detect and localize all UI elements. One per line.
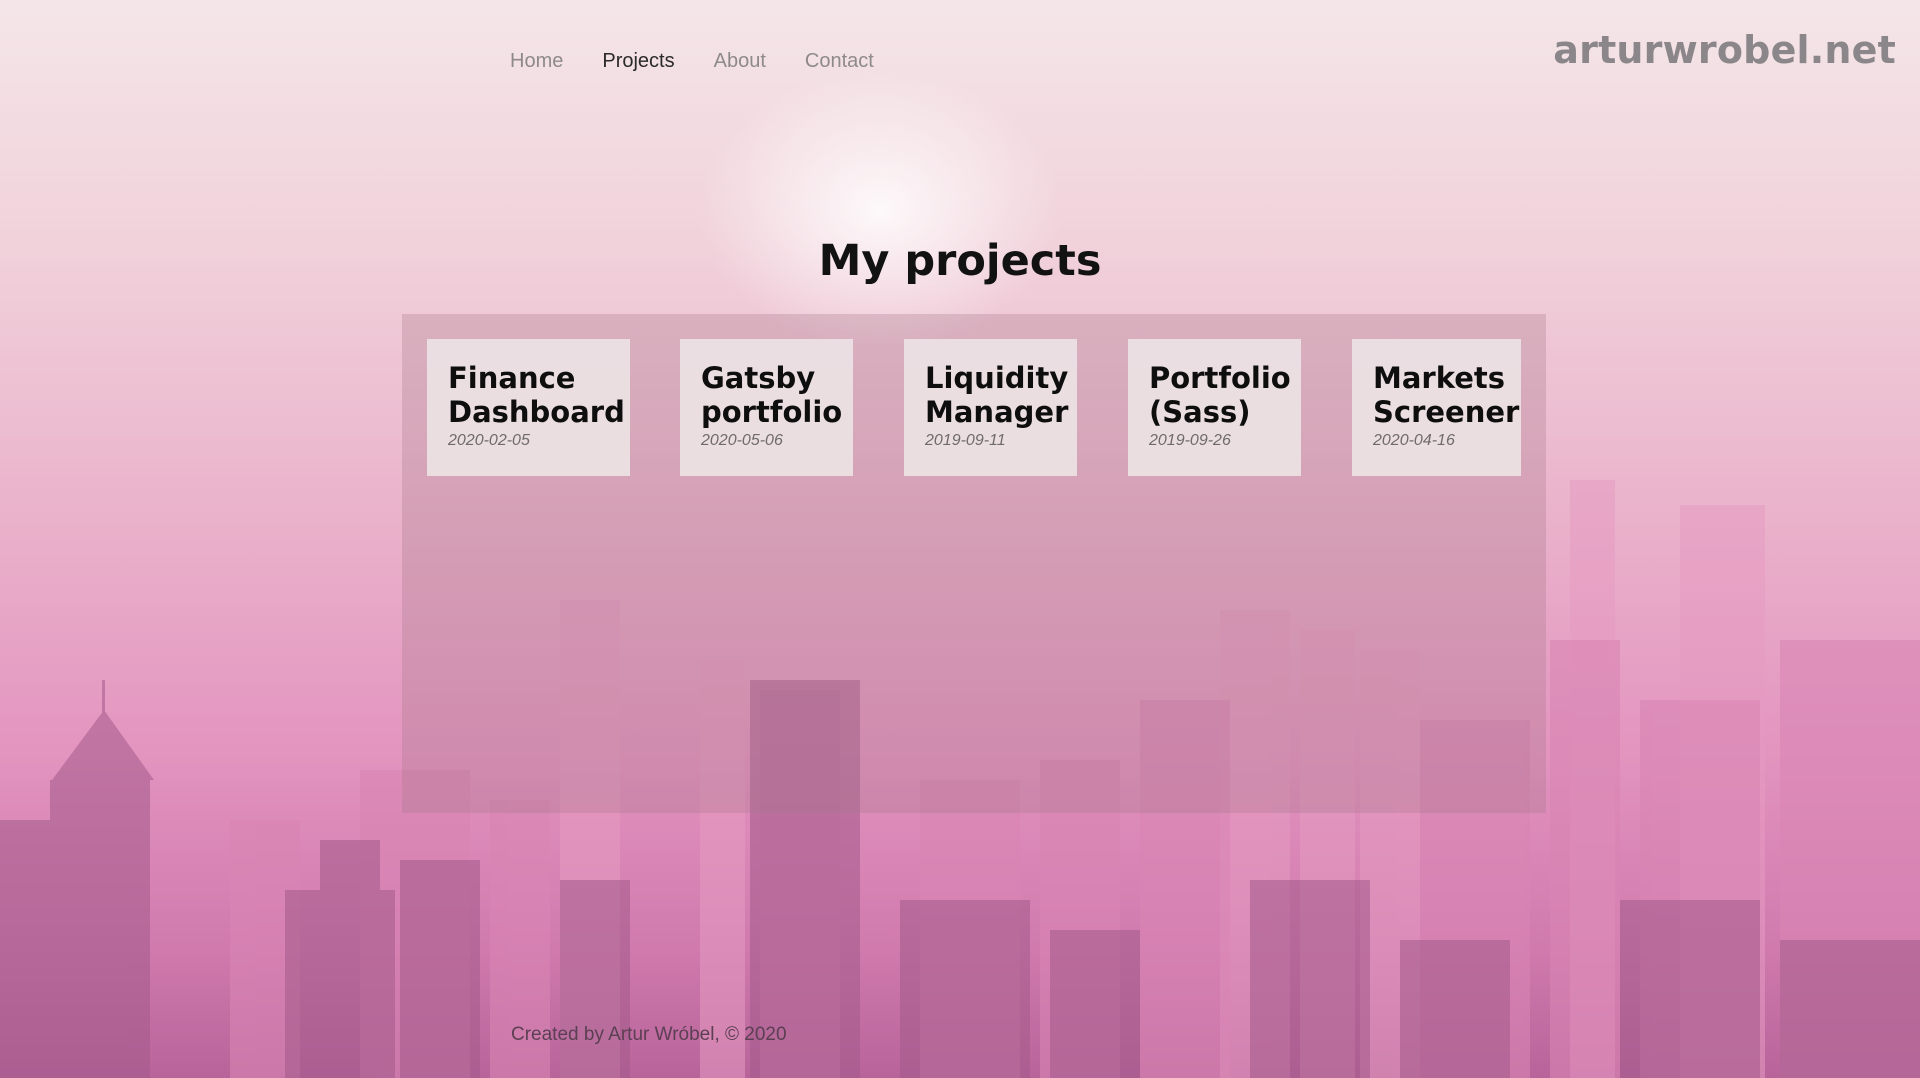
project-title: Portfolio (Sass) — [1149, 361, 1291, 429]
project-card-finance-dashboard[interactable]: Finance Dashboard 2020-02-05 — [427, 339, 630, 476]
nav-link-about[interactable]: About — [714, 50, 766, 73]
main-nav: Home Projects About Contact — [510, 50, 874, 73]
project-date: 2019-09-26 — [1149, 432, 1231, 449]
nav-link-projects[interactable]: Projects — [602, 50, 674, 73]
project-title: Markets Screener — [1373, 361, 1520, 429]
nav-link-contact[interactable]: Contact — [805, 50, 874, 73]
page-title: My projects — [818, 236, 1102, 286]
project-card-liquidity-manager[interactable]: Liquidity Manager 2019-09-11 — [904, 339, 1077, 476]
project-date: 2020-02-05 — [448, 432, 530, 449]
footer-credit: Created by Artur Wróbel, © 2020 — [511, 1024, 787, 1045]
project-title: Liquidity Manager — [925, 361, 1069, 429]
project-date: 2020-04-16 — [1373, 432, 1455, 449]
project-card-portfolio-sass[interactable]: Portfolio (Sass) 2019-09-26 — [1128, 339, 1301, 476]
project-date: 2019-09-11 — [925, 432, 1006, 449]
project-card-markets-screener[interactable]: Markets Screener 2020-04-16 — [1352, 339, 1521, 476]
site-logo-text[interactable]: arturwrobel.net — [1553, 28, 1896, 72]
nav-link-home[interactable]: Home — [510, 50, 563, 73]
project-card-gatsby-portfolio[interactable]: Gatsby portfolio 2020-05-06 — [680, 339, 853, 476]
projects-panel: Finance Dashboard 2020-02-05 Gatsby port… — [402, 314, 1546, 813]
project-title: Finance Dashboard — [448, 361, 625, 429]
project-title: Gatsby portfolio — [701, 361, 843, 429]
project-date: 2020-05-06 — [701, 432, 783, 449]
